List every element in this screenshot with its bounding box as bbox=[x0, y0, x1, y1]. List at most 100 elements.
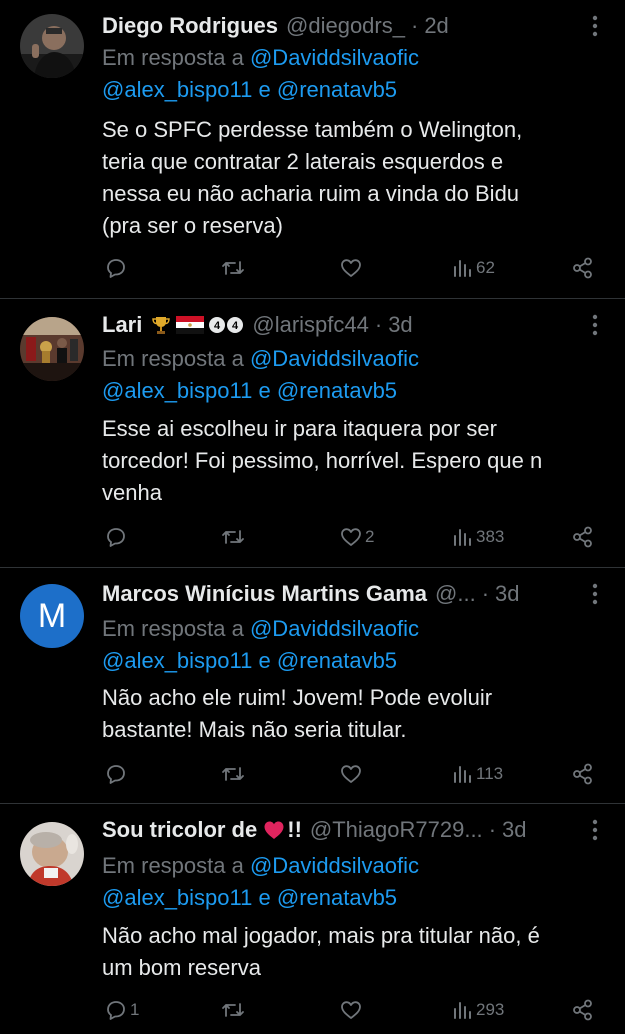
mention-link[interactable]: @renatavb5 bbox=[277, 885, 397, 910]
mention-link[interactable]: @Daviddsilvaofic bbox=[250, 45, 419, 70]
more-options-icon[interactable] bbox=[591, 818, 599, 842]
retweet-icon bbox=[222, 530, 244, 544]
username[interactable]: @... bbox=[435, 581, 476, 607]
username[interactable]: @larispfc44 bbox=[252, 312, 369, 338]
reply-button[interactable]: 1 bbox=[104, 998, 139, 1022]
trophy-icon bbox=[152, 317, 171, 334]
heart-icon bbox=[341, 259, 361, 277]
like-button[interactable] bbox=[339, 762, 365, 786]
avatar[interactable] bbox=[20, 14, 84, 78]
reply-count: 1 bbox=[130, 1000, 140, 1019]
mention-link[interactable]: @alex_bispo11 bbox=[102, 885, 252, 910]
tweet[interactable]: M Marcos Winícius Martins Gama @... · 3d… bbox=[0, 568, 625, 804]
mention-link[interactable]: @alex_bispo11 bbox=[102, 378, 252, 403]
heart-icon bbox=[341, 528, 361, 546]
avatar-photo-icon bbox=[20, 822, 84, 886]
reply-icon bbox=[107, 765, 125, 784]
retweet-button[interactable] bbox=[220, 525, 248, 549]
avatar[interactable] bbox=[20, 317, 84, 381]
reply-button[interactable] bbox=[104, 256, 130, 280]
reply-button[interactable] bbox=[104, 525, 130, 549]
text-line: nessa eu não acharia ruim a vinda do Bid… bbox=[102, 181, 520, 206]
share-button[interactable] bbox=[571, 998, 595, 1022]
share-button[interactable] bbox=[571, 525, 595, 549]
mention-link[interactable]: @alex_bispo11 bbox=[102, 77, 252, 102]
reply-prefix: Em resposta a bbox=[102, 346, 244, 371]
views-button[interactable]: 293 bbox=[452, 998, 504, 1022]
text-line: torcedor! Foi pessimo, horrível. Espero … bbox=[102, 448, 543, 473]
mention-link[interactable]: @renatavb5 bbox=[277, 648, 397, 673]
tweet-header: Marcos Winícius Martins Gama @... · 3d bbox=[102, 578, 569, 610]
username[interactable]: @ThiagoR7729... bbox=[310, 817, 483, 843]
text-line: um bom reserva bbox=[102, 955, 261, 980]
action-bar: 62 bbox=[102, 256, 595, 284]
tweet-header: Sou tricolor de !! @ThiagoR7729... · 3d bbox=[102, 814, 569, 846]
like-button[interactable] bbox=[339, 256, 365, 280]
reply-button[interactable] bbox=[104, 762, 130, 786]
tweet-text: Se o SPFC perdesse também o Welington, t… bbox=[102, 114, 585, 242]
mention-link[interactable]: @Daviddsilvaofic bbox=[250, 853, 419, 878]
display-name[interactable]: Sou tricolor de bbox=[102, 817, 257, 843]
mention-link[interactable]: @renatavb5 bbox=[277, 77, 397, 102]
display-name[interactable]: Lari bbox=[102, 312, 142, 338]
avatar[interactable] bbox=[20, 822, 84, 886]
share-icon bbox=[573, 257, 592, 279]
more-options-icon[interactable] bbox=[591, 14, 599, 38]
heart-icon bbox=[341, 1001, 361, 1019]
more-options-icon[interactable] bbox=[591, 582, 599, 606]
tweet-text: Não acho mal jogador, mais pra titular n… bbox=[102, 920, 585, 984]
timestamp[interactable]: 3d bbox=[495, 581, 519, 607]
share-button[interactable] bbox=[571, 256, 595, 280]
display-name-suffix: !! bbox=[287, 817, 302, 842]
mention-link[interactable]: @alex_bispo11 bbox=[102, 648, 252, 673]
views-button[interactable]: 383 bbox=[452, 525, 504, 549]
mention-link[interactable]: @Daviddsilvaofic bbox=[250, 616, 419, 641]
avatar-photo-icon bbox=[20, 14, 84, 78]
username[interactable]: @diegodrs_ bbox=[286, 13, 405, 39]
timestamp[interactable]: 2d bbox=[424, 13, 448, 39]
retweet-button[interactable] bbox=[220, 998, 248, 1022]
display-name[interactable]: Diego Rodrigues bbox=[102, 13, 278, 39]
mention-link[interactable]: @renatavb5 bbox=[277, 378, 397, 403]
retweet-icon bbox=[222, 261, 244, 275]
like-button[interactable]: 2 bbox=[339, 525, 374, 549]
reply-icon bbox=[107, 528, 125, 547]
tweet-text: Esse ai escolheu ir para itaquera por se… bbox=[102, 413, 585, 509]
view-count: 293 bbox=[476, 1000, 505, 1019]
view-count: 113 bbox=[476, 764, 504, 783]
retweet-button[interactable] bbox=[220, 256, 248, 280]
avatar-letter: M bbox=[37, 596, 67, 635]
timestamp[interactable]: 3d bbox=[502, 817, 526, 843]
reply-prefix: Em resposta a bbox=[102, 853, 244, 878]
like-button[interactable] bbox=[339, 998, 365, 1022]
action-bar: 1 293 bbox=[102, 998, 595, 1026]
reply-prefix: Em resposta a bbox=[102, 45, 244, 70]
tweet[interactable]: Sou tricolor de !! @ThiagoR7729... · 3d … bbox=[0, 804, 625, 1034]
views-button[interactable]: 113 bbox=[452, 762, 503, 786]
tweet[interactable]: Diego Rodrigues @diegodrs_ · 2d Em respo… bbox=[0, 0, 625, 299]
display-name[interactable]: Marcos Winícius Martins Gama bbox=[102, 581, 427, 607]
views-chart-icon bbox=[454, 260, 471, 277]
reply-context: Em resposta a @Daviddsilvaofic @alex_bis… bbox=[102, 343, 601, 407]
avatar[interactable]: M bbox=[20, 584, 84, 648]
views-chart-icon bbox=[454, 1002, 471, 1019]
text-line: Não acho ele ruim! Jovem! Pode evoluir bbox=[102, 685, 493, 710]
mention-conjunction: e bbox=[258, 77, 271, 102]
separator-dot: · bbox=[374, 312, 383, 337]
text-line: (pra ser o reserva) bbox=[102, 213, 283, 238]
retweet-button[interactable] bbox=[220, 762, 248, 786]
retweet-icon bbox=[222, 1003, 244, 1017]
share-button[interactable] bbox=[571, 762, 595, 786]
text-line: Se o SPFC perdesse também o Welington, bbox=[102, 117, 523, 142]
timestamp[interactable]: 3d bbox=[388, 312, 412, 338]
svg-text:4: 4 bbox=[232, 320, 239, 332]
views-chart-icon bbox=[454, 766, 471, 783]
reply-icon bbox=[107, 259, 125, 278]
flag-icon bbox=[176, 316, 205, 334]
name-badges: 44 bbox=[150, 314, 244, 336]
tweet[interactable]: Lari 44 @larispfc44 · 3d Em resposta a @… bbox=[0, 299, 625, 568]
mention-link[interactable]: @Daviddsilvaofic bbox=[250, 346, 419, 371]
more-options-icon[interactable] bbox=[591, 313, 599, 337]
number-44-icon: 44 bbox=[209, 317, 244, 333]
views-button[interactable]: 62 bbox=[452, 256, 495, 280]
